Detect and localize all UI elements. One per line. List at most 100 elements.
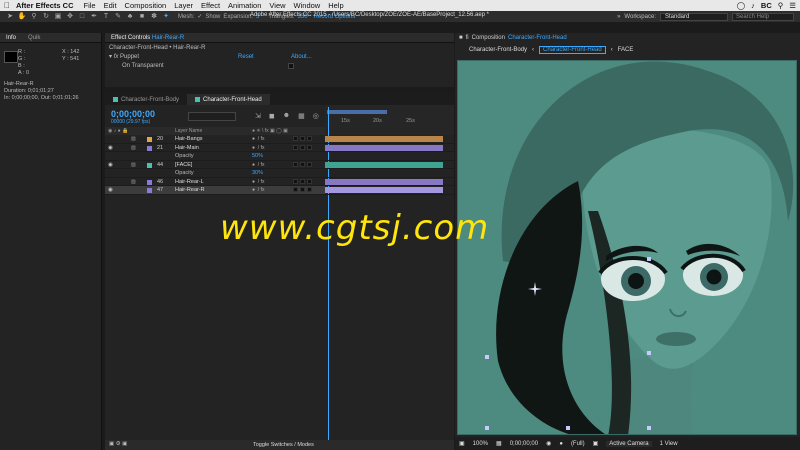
- tab-character-front-head[interactable]: Character-Front-Head: [187, 94, 270, 105]
- pan-behind-tool-icon[interactable]: ✥: [64, 12, 76, 21]
- tab-effect-controls[interactable]: Effect Controls Hair-Rear-R: [105, 35, 190, 41]
- work-area-bar[interactable]: [327, 110, 387, 114]
- menu-edit[interactable]: Edit: [104, 1, 117, 10]
- layer-row[interactable]: ◉ 47 Hair-Rear-R ● / fx: [105, 186, 325, 195]
- current-time-display[interactable]: 0;00;00;00: [111, 109, 155, 119]
- puppet-pin[interactable]: [647, 257, 651, 261]
- record-options-button[interactable]: Record Options: [314, 14, 356, 20]
- layer-label-color[interactable]: [147, 179, 152, 185]
- menu-chevrons-icon[interactable]: »: [617, 14, 620, 20]
- layer-duration-bar[interactable]: [325, 144, 443, 151]
- layer-mode-boxes[interactable]: [293, 178, 312, 184]
- zoom-tool-icon[interactable]: ⚲: [28, 12, 40, 21]
- views-select[interactable]: 1 View: [660, 441, 678, 447]
- resolution-select[interactable]: (Full): [571, 441, 585, 447]
- layer-switches-icon[interactable]: ● / fx: [252, 145, 264, 151]
- pen-tool-icon[interactable]: ✒: [88, 12, 100, 21]
- breadcrumb-face[interactable]: FACE: [618, 47, 634, 53]
- wifi-icon[interactable]: ◯: [737, 1, 745, 10]
- puppet-pin[interactable]: [485, 426, 489, 430]
- puppet-pin[interactable]: [647, 426, 651, 430]
- apple-icon[interactable]: : [4, 1, 16, 10]
- grid-icon[interactable]: ▦: [496, 440, 502, 447]
- search-help-input[interactable]: Search Help: [732, 12, 794, 21]
- zoom-select[interactable]: 100%: [473, 441, 488, 447]
- time-ruler[interactable]: 15s 20s 25s: [325, 105, 454, 450]
- layer-search-input[interactable]: [188, 112, 236, 121]
- clone-tool-icon[interactable]: ♣: [124, 12, 136, 21]
- expansion-value[interactable]: 3: [256, 14, 259, 20]
- always-preview-icon[interactable]: ▣: [459, 440, 465, 447]
- lock-icon[interactable]: ■: [459, 35, 463, 41]
- shape-tool-icon[interactable]: □: [76, 12, 88, 21]
- triangles-value[interactable]: 350: [298, 14, 308, 20]
- puppet-pin[interactable]: [566, 426, 570, 430]
- active-camera-select[interactable]: Active Camera: [606, 440, 652, 447]
- layer-name[interactable]: Hair-Bangs: [175, 136, 203, 142]
- eye-icon[interactable]: ◉: [108, 162, 114, 168]
- toggle-switches-modes-button[interactable]: Toggle Switches / Modes: [253, 442, 314, 448]
- menu-layer[interactable]: Layer: [174, 1, 193, 10]
- layer-mode-boxes[interactable]: [293, 161, 312, 167]
- footer-icons[interactable]: ▣ ⚙ ▣: [109, 441, 127, 447]
- composition-tab[interactable]: ■ fi Composition Character-Front-Head: [455, 33, 800, 43]
- app-menu[interactable]: After Effects CC: [16, 1, 74, 10]
- color-channel-icon[interactable]: ●: [559, 441, 563, 447]
- roto-brush-tool-icon[interactable]: ✽: [148, 12, 160, 21]
- layer-name[interactable]: [FACE]: [175, 162, 192, 168]
- on-transparent-checkbox[interactable]: [288, 62, 294, 69]
- layer-switches-icon[interactable]: ● / fx: [252, 162, 264, 168]
- puppet-pin[interactable]: [485, 355, 489, 359]
- hand-tool-icon[interactable]: ✋: [16, 12, 28, 21]
- effect-puppet-row[interactable]: ▾ fx Puppet Reset About...: [105, 52, 454, 61]
- menu-view[interactable]: View: [269, 1, 285, 10]
- layer-mode-boxes[interactable]: [293, 187, 312, 192]
- eye-icon[interactable]: ◉: [108, 187, 114, 193]
- reset-link[interactable]: Reset: [238, 54, 291, 60]
- puppet-pin-tool-icon[interactable]: ✦: [160, 12, 172, 21]
- layer-duration-bar[interactable]: [325, 161, 443, 168]
- layer-label-color[interactable]: [147, 137, 152, 142]
- comp-mini-flowchart-icon[interactable]: ⇲: [255, 112, 261, 120]
- eye-hidden-icon[interactable]: [108, 136, 114, 141]
- type-tool-icon[interactable]: T: [100, 12, 112, 21]
- shy-icon[interactable]: ☻: [283, 112, 290, 120]
- brush-tool-icon[interactable]: ✎: [112, 12, 124, 21]
- menu-animation[interactable]: Animation: [228, 1, 261, 10]
- eraser-tool-icon[interactable]: ■: [136, 12, 148, 21]
- menu-composition[interactable]: Composition: [125, 1, 167, 10]
- lock-icon[interactable]: ▨: [131, 162, 136, 168]
- layer-label-color[interactable]: [147, 145, 152, 151]
- layer-row[interactable]: ◉ ▨ 21 Hair-Main ● / fx: [105, 144, 325, 152]
- lock-icon[interactable]: ▨: [131, 136, 136, 142]
- menu-help[interactable]: Help: [328, 1, 343, 10]
- tab-quik[interactable]: Quik: [22, 35, 46, 41]
- layer-row[interactable]: ▨ 20 Hair-Bangs ● / fx: [105, 135, 325, 144]
- layer-label-color[interactable]: [147, 162, 152, 168]
- notification-icon[interactable]: ☰: [789, 1, 796, 10]
- eye-hidden-icon[interactable]: [108, 179, 114, 184]
- layer-switches-icon[interactable]: ● / fx: [252, 136, 264, 142]
- menu-window[interactable]: Window: [294, 1, 321, 10]
- layer-name[interactable]: Hair-Rear-L: [175, 179, 204, 185]
- layer-mode-boxes[interactable]: [293, 144, 312, 150]
- workspace-select[interactable]: Standard: [660, 12, 728, 21]
- about-link[interactable]: About...: [291, 54, 312, 60]
- rotate-tool-icon[interactable]: ↻: [40, 12, 52, 21]
- layer-duration-bar[interactable]: [325, 178, 443, 185]
- menu-file[interactable]: File: [84, 1, 96, 10]
- frame-blending-icon[interactable]: ▦: [298, 112, 305, 120]
- camera-tool-icon[interactable]: ▣: [52, 12, 64, 21]
- layer-property-row[interactable]: Opacity 30%: [105, 169, 325, 178]
- composition-viewer[interactable]: [457, 60, 797, 435]
- menu-effect[interactable]: Effect: [201, 1, 220, 10]
- tab-info[interactable]: Info: [0, 35, 22, 41]
- layer-label-color[interactable]: [147, 188, 152, 193]
- comp-timecode[interactable]: 0;00;00;00: [510, 441, 538, 447]
- layer-name[interactable]: Hair-Main: [175, 145, 199, 151]
- lock-icon[interactable]: ▨: [131, 179, 136, 185]
- selection-tool-icon[interactable]: ➤: [4, 12, 16, 21]
- breadcrumb-character-front-body[interactable]: Character-Front-Body: [469, 47, 527, 53]
- property-value[interactable]: 30%: [252, 170, 263, 176]
- tab-character-front-body[interactable]: Character-Front-Body: [105, 94, 187, 105]
